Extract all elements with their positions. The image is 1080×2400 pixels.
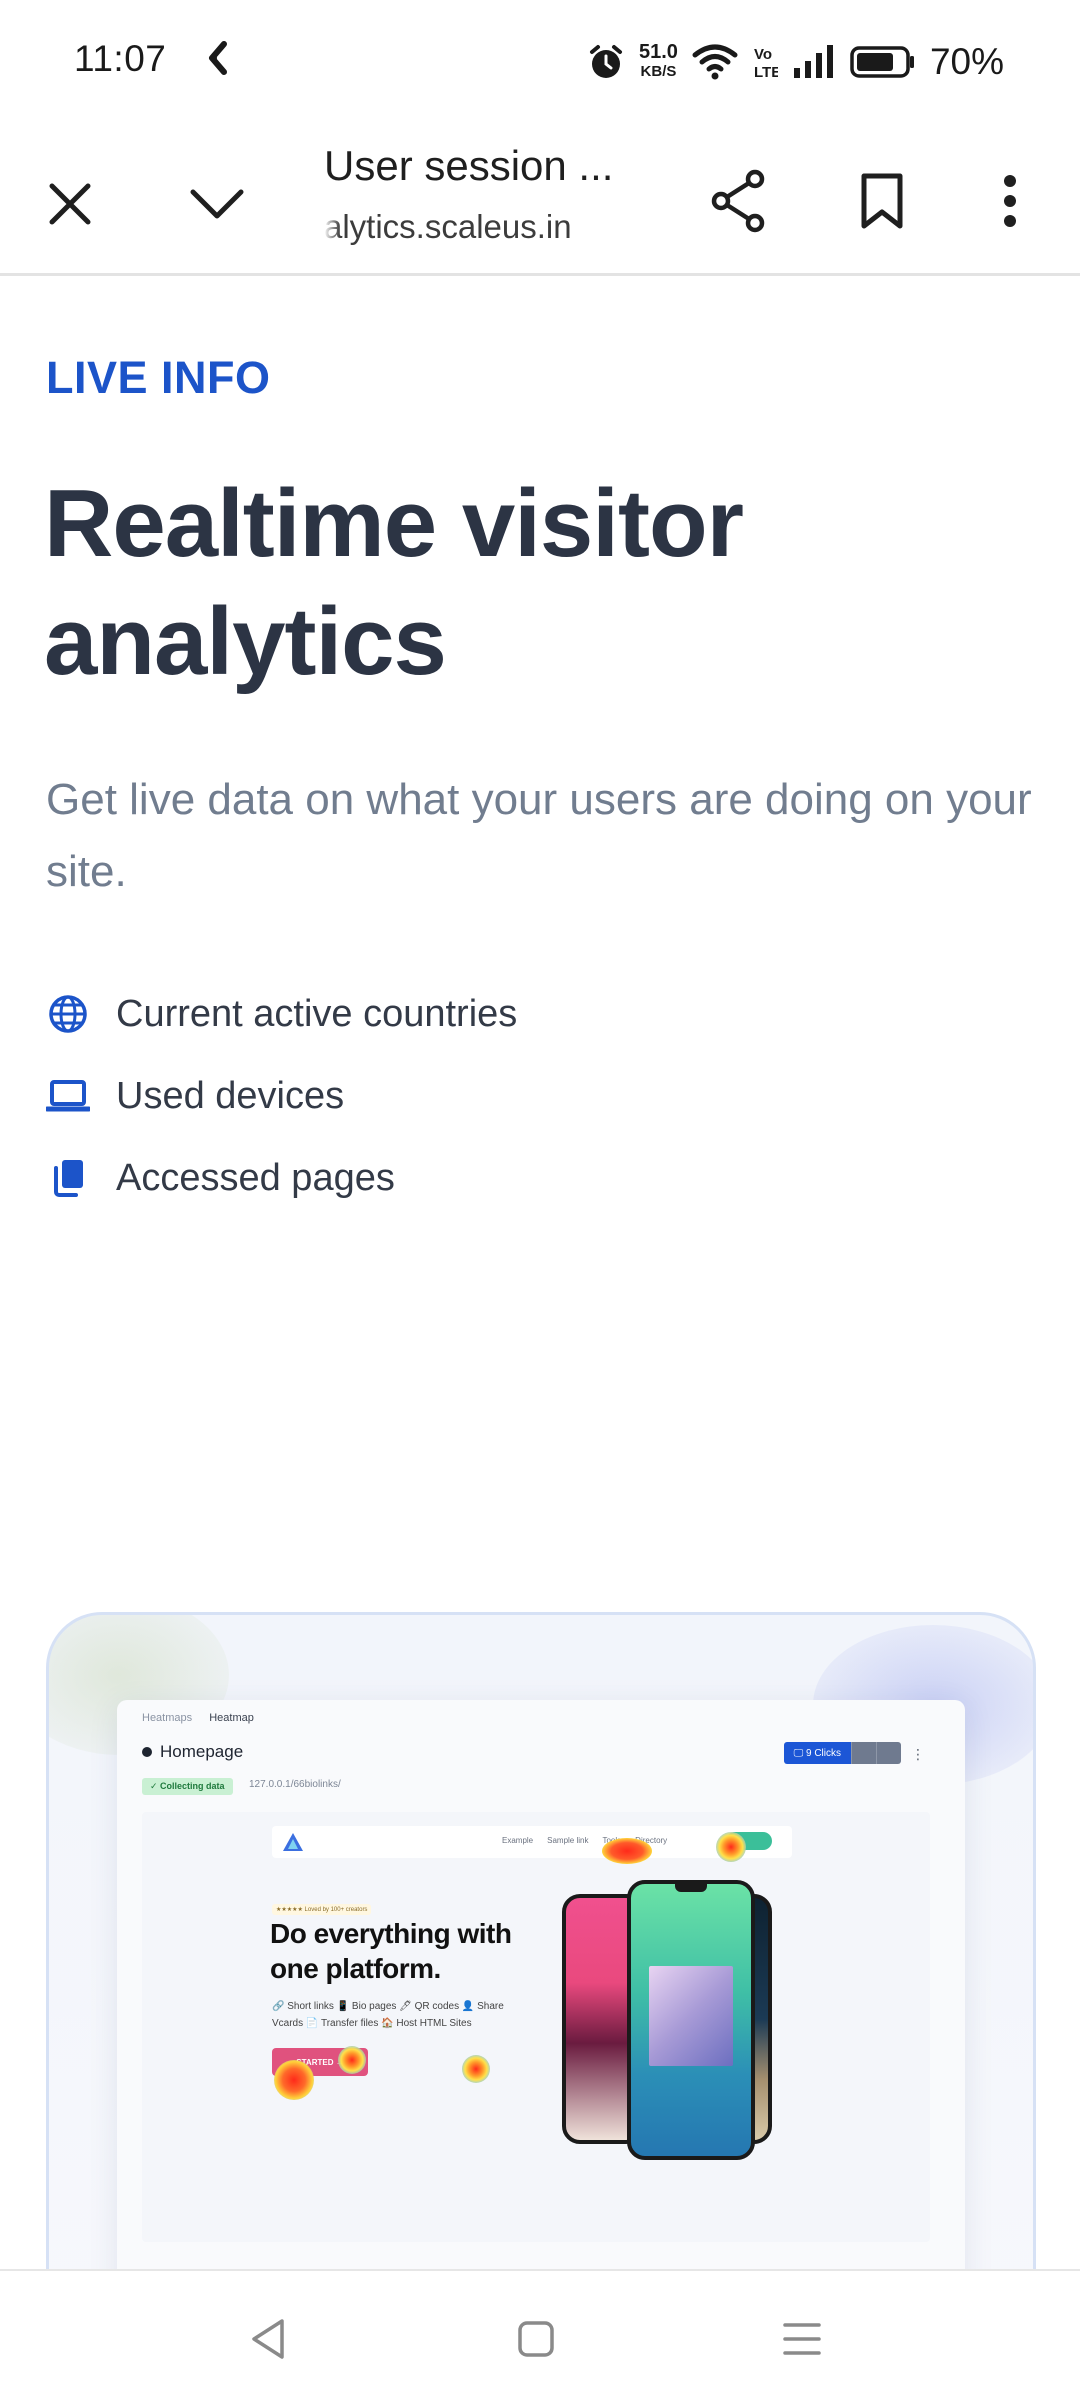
clicks-label: 🖵 9 Clicks xyxy=(783,1742,851,1764)
more-vert-icon[interactable] xyxy=(990,166,1030,236)
battery-icon xyxy=(850,45,916,79)
feature-label: Accessed pages xyxy=(116,1156,395,1199)
status-time: 11:07 xyxy=(74,38,167,79)
chevron-down-icon[interactable] xyxy=(182,174,252,234)
site-navbar: Example Sample link Tools Directory xyxy=(272,1826,792,1858)
page-title: User session ... xyxy=(324,142,614,189)
mobile-view-segment xyxy=(876,1742,901,1764)
pages-icon xyxy=(46,1156,90,1200)
heatmap-hotspot xyxy=(274,2060,314,2100)
heatmap-hotspot xyxy=(338,2046,366,2074)
feature-list: Current active countries Used devices Ac… xyxy=(46,973,517,1219)
network-speed-value: 51.0 xyxy=(639,41,678,63)
status-badge: ✓ Collecting data xyxy=(142,1778,233,1795)
heatmap-title-text: Homepage xyxy=(160,1742,244,1761)
heatmap-url: 127.0.0.1/66biolinks/ xyxy=(249,1779,341,1790)
svg-text:Vo: Vo xyxy=(754,46,772,63)
svg-text:LTE: LTE xyxy=(754,64,778,81)
scroll-view-segment xyxy=(851,1742,876,1764)
site-hero-features: 🔗 Short links 📱 Bio pages 🖊 QR codes 👤 S… xyxy=(272,2001,504,2029)
site-nav-link: Sample link xyxy=(547,1836,589,1845)
system-navigation-bar xyxy=(0,2269,1080,2400)
network-speed-unit: KB/S xyxy=(640,63,677,80)
phone-notch xyxy=(675,1884,707,1892)
feature-item-pages: Accessed pages xyxy=(46,1137,517,1219)
status-bar: 11:07 51.0 KB/S Vo LTE 70% xyxy=(0,0,1080,124)
more-vert-icon: ⋮ xyxy=(911,1746,925,1762)
alarm-icon xyxy=(587,43,625,81)
battery-percent: 70% xyxy=(929,41,1004,82)
share-icon[interactable] xyxy=(706,166,770,236)
browser-toolbar: User session ... alytics.scaleus.in xyxy=(0,124,1080,276)
section-eyebrow: LIVE INFO xyxy=(46,352,271,403)
laptop-icon xyxy=(46,1074,90,1118)
close-icon[interactable] xyxy=(40,174,100,234)
feature-label: Current active countries xyxy=(116,992,518,1035)
phone-mockup xyxy=(627,1880,755,2160)
breadcrumb-current: Heatmap xyxy=(209,1712,254,1724)
heatmap-title: Homepage xyxy=(142,1742,243,1762)
globe-icon xyxy=(46,992,90,1036)
heatmap-preview-card: Heatmaps Heatmap Homepage ✓ Collecting d… xyxy=(46,1612,1036,2269)
feature-label: Used devices xyxy=(116,1074,345,1117)
page-url[interactable]: alytics.scaleus.in xyxy=(324,208,604,246)
notification-icon xyxy=(200,40,236,80)
home-icon[interactable] xyxy=(506,2309,566,2369)
back-icon[interactable] xyxy=(238,2309,298,2369)
heatmap-hotspot xyxy=(716,1832,746,1862)
heatmap-site-preview: Example Sample link Tools Directory ★★★★… xyxy=(142,1812,930,2242)
site-nav-link: Example xyxy=(502,1836,534,1845)
site-logo xyxy=(282,1832,304,1857)
wifi-icon xyxy=(692,43,738,81)
fire-icon xyxy=(142,1747,152,1757)
signal-icon xyxy=(792,44,836,80)
site-hero-title: Do everything with one platform. xyxy=(270,1918,512,1984)
heatmap-screenshot: Heatmaps Heatmap Homepage ✓ Collecting d… xyxy=(117,1700,965,2269)
section-headline: Realtime visitor analytics xyxy=(44,470,744,695)
heatmap-hotspot xyxy=(602,1838,652,1864)
volte-icon: Vo LTE xyxy=(752,43,778,81)
breadcrumb: Heatmaps Heatmap xyxy=(142,1712,254,1724)
bookmark-icon[interactable] xyxy=(852,166,912,236)
feature-item-devices: Used devices xyxy=(46,1055,517,1137)
heatmap-hotspot xyxy=(462,2055,490,2083)
feature-item-countries: Current active countries xyxy=(46,973,517,1055)
menu-icon[interactable] xyxy=(772,2309,832,2369)
phone-artwork xyxy=(649,1966,733,2066)
network-speed: 51.0 KB/S xyxy=(639,42,678,82)
site-rating-tag: ★★★★★ Loved by 100+ creators xyxy=(272,1904,372,1915)
breadcrumb-root: Heatmaps xyxy=(142,1712,193,1724)
clicks-button-group: 🖵 9 Clicks xyxy=(783,1742,901,1764)
page-content: LIVE INFO Realtime visitor analytics Get… xyxy=(0,279,1080,2269)
section-description: Get live data on what your users are doi… xyxy=(46,775,1032,896)
